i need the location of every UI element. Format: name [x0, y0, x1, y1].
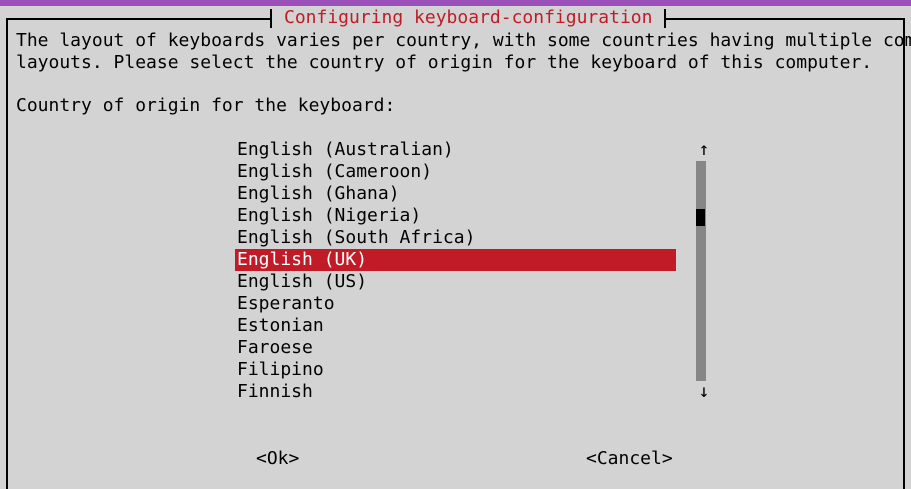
list-item[interactable]: English (Ghana) [235, 183, 676, 205]
list-item[interactable]: English (US) [235, 271, 676, 293]
list-item[interactable]: English (Cameroon) [235, 161, 676, 183]
scroll-down-arrow-icon[interactable]: ↓ [696, 381, 712, 403]
dialog-title: Configuring keyboard-configuration [270, 7, 667, 29]
dialog-description-line-1: The layout of keyboards varies per count… [16, 30, 911, 51]
terminal-top-stripe [0, 0, 911, 6]
list-item[interactable]: Faroese [235, 337, 676, 359]
ok-button[interactable]: <Ok> [256, 448, 299, 470]
scrollbar-track[interactable] [696, 161, 706, 381]
dialog-frame-left [6, 18, 8, 489]
dialog-frame-right [903, 18, 905, 489]
dialog-prompt: Country of origin for the keyboard: [16, 95, 396, 116]
list-item[interactable]: Filipino [235, 359, 676, 381]
scroll-up-arrow-icon[interactable]: ↑ [696, 139, 712, 161]
cancel-button[interactable]: <Cancel> [586, 448, 673, 470]
list-item[interactable]: English (Nigeria) [235, 205, 676, 227]
scrollbar-thumb[interactable] [696, 209, 705, 226]
list-item[interactable]: Esperanto [235, 293, 676, 315]
list-item-selected[interactable]: English (UK) [235, 249, 676, 271]
country-list[interactable]: English (Australian) English (Cameroon) … [235, 139, 676, 403]
list-item[interactable]: English (South Africa) [235, 227, 676, 249]
list-item[interactable]: Estonian [235, 315, 676, 337]
list-item[interactable]: Finnish [235, 381, 676, 403]
dialog-description-line-2: layouts. Please select the country of or… [16, 52, 873, 73]
list-item[interactable]: English (Australian) [235, 139, 676, 161]
